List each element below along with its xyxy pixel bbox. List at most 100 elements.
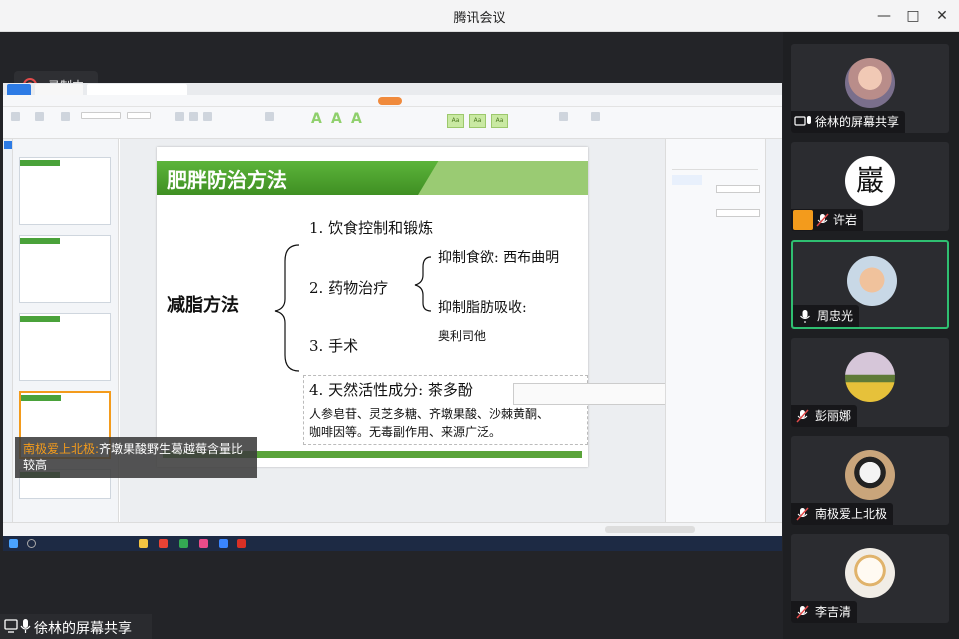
- mic-muted-icon: [796, 409, 809, 423]
- ribbon-button[interactable]: [35, 112, 44, 121]
- minimize-icon[interactable]: —: [874, 6, 894, 26]
- menu-highlight-badge[interactable]: [378, 97, 402, 105]
- taskbar-app-icon[interactable]: [159, 539, 168, 548]
- participant-nametag: 彭丽娜: [791, 405, 858, 427]
- participant-tile[interactable]: 彭丽娜: [791, 338, 949, 427]
- participant-tile[interactable]: 巖 许岩: [791, 142, 949, 231]
- panel-select[interactable]: [716, 185, 760, 193]
- window-title: 腾讯会议: [453, 11, 506, 26]
- participant-name: 李吉清: [815, 605, 852, 619]
- avatar: [845, 58, 895, 108]
- slide-thumbnail[interactable]: [19, 235, 111, 303]
- participant-tile[interactable]: 南极爱上北极: [791, 436, 949, 525]
- mic-muted-icon: [796, 507, 809, 521]
- floating-text-toolbar[interactable]: [513, 383, 675, 405]
- slide-thumbnail[interactable]: [19, 313, 111, 381]
- taskbar-app-icon[interactable]: [199, 539, 208, 548]
- caption-speaker: 南极爱上北极:: [23, 442, 100, 456]
- windows-taskbar: [3, 536, 782, 551]
- participant-nametag: 徐林的屏幕共享: [791, 111, 906, 133]
- active-document-tab[interactable]: [87, 84, 187, 95]
- taskbar-app-icon[interactable]: [179, 539, 188, 548]
- live-caption: 南极爱上北极:齐墩果酸野生葛越莓含量比较高: [15, 437, 257, 478]
- slide-item: 2. 药物治疗: [309, 279, 389, 297]
- slide-subitem: 抑制食欲: 西布曲明: [438, 250, 560, 266]
- slide-canvas-area: 肥胖防治方法 减脂方法 1. 饮食控制和锻炼 2. 药物治疗 3. 手术 抑制食…: [120, 139, 675, 539]
- participant-name: 许岩: [833, 213, 858, 227]
- ribbon-button[interactable]: [11, 112, 20, 121]
- nav-icon[interactable]: [4, 141, 12, 149]
- screen-share-icon: [794, 116, 811, 126]
- panel-select[interactable]: [716, 209, 760, 217]
- windows-start-icon[interactable]: [9, 539, 18, 548]
- app-tab-strip: [3, 83, 782, 95]
- participant-name: 徐林的屏幕共享: [815, 115, 900, 129]
- participant-tile-active[interactable]: 周忠光: [791, 240, 949, 329]
- participant-nametag: 南极爱上北极: [791, 503, 894, 525]
- slide-subitem: 抑制脂肪吸收:: [438, 300, 527, 316]
- slide-item: 3. 手术: [309, 337, 359, 355]
- ribbon-button[interactable]: [591, 112, 600, 121]
- participant-name: 彭丽娜: [815, 409, 852, 423]
- presenter-label: 徐林的屏幕共享: [0, 614, 152, 639]
- font-select[interactable]: [81, 112, 121, 119]
- participant-tile[interactable]: 徐林的屏幕共享: [791, 44, 949, 133]
- ribbon-button[interactable]: [61, 112, 70, 121]
- font-size-select[interactable]: [127, 112, 151, 119]
- app-menu-bar: [3, 95, 782, 107]
- mic-muted-icon: [816, 213, 829, 227]
- taskbar-app-icon[interactable]: [139, 539, 148, 548]
- slide-title: 肥胖防治方法: [167, 168, 287, 192]
- mic-icon: [800, 310, 810, 323]
- presenter-name: 徐林的屏幕共享: [34, 621, 132, 637]
- ribbon-button[interactable]: [559, 112, 568, 121]
- slide-thumbnail[interactable]: [19, 157, 111, 225]
- mind-map-braces: [274, 244, 432, 372]
- panel-tab[interactable]: [672, 175, 702, 185]
- shared-screen-content: A A A Aa Aa Aa 肥胖防治方法 减脂方法 1. 饮食控制和锻炼 2.…: [3, 83, 782, 551]
- zoom-slider[interactable]: [605, 526, 695, 533]
- window-titlebar: 腾讯会议 — □ ✕: [0, 0, 959, 32]
- slide-thumbnails-panel: [13, 139, 119, 539]
- object-properties-panel: [665, 139, 765, 539]
- mic-muted-icon: [796, 605, 809, 619]
- shape-style-3[interactable]: Aa: [491, 114, 508, 128]
- art-text-style-3[interactable]: A: [351, 111, 362, 127]
- participant-name: 南极爱上北极: [815, 507, 888, 521]
- participant-nametag: 许岩: [791, 209, 864, 231]
- avatar: [845, 548, 895, 598]
- ribbon-toolbar: A A A Aa Aa Aa: [3, 107, 782, 139]
- art-text-style-2[interactable]: A: [331, 111, 342, 127]
- ribbon-button[interactable]: [203, 112, 212, 121]
- ribbon-button[interactable]: [189, 112, 198, 121]
- participant-tile[interactable]: 李吉清: [791, 534, 949, 623]
- document-tab[interactable]: [35, 84, 83, 95]
- slide-body-text: 人参皂苷、灵芝多糖、齐墩果酸、沙棘黄酮、: [309, 407, 550, 421]
- taskbar-app-icon[interactable]: [219, 539, 228, 548]
- screen-share-icon: [4, 619, 31, 633]
- app-status-bar: [3, 522, 782, 536]
- participants-panel: 徐林的屏幕共享 巖 许岩 周忠光 彭丽娜 南极爱上北极 李吉清: [783, 32, 959, 639]
- ribbon-button[interactable]: [265, 112, 274, 121]
- art-text-style-1[interactable]: A: [311, 111, 322, 127]
- shape-style-2[interactable]: Aa: [469, 114, 486, 128]
- avatar: [845, 450, 895, 500]
- taskbar-app-icon[interactable]: [237, 539, 246, 548]
- app-logo-icon: [7, 84, 31, 95]
- avatar: [845, 352, 895, 402]
- search-icon[interactable]: [27, 539, 36, 548]
- slide-item: 4. 天然活性成分: 茶多酚: [309, 381, 473, 399]
- close-icon[interactable]: ✕: [932, 6, 952, 26]
- slide-item: 1. 饮食控制和锻炼: [309, 219, 434, 237]
- slide-root-text: 减脂方法: [167, 295, 239, 316]
- shape-style-1[interactable]: Aa: [447, 114, 464, 128]
- participant-nametag: 李吉清: [791, 601, 858, 623]
- maximize-icon[interactable]: □: [903, 6, 923, 26]
- current-slide[interactable]: 肥胖防治方法 减脂方法 1. 饮食控制和锻炼 2. 药物治疗 3. 手术 抑制食…: [157, 147, 675, 467]
- left-navigation-rail: [3, 139, 13, 539]
- right-tool-rail: [765, 139, 782, 539]
- participant-nametag: 周忠光: [793, 305, 860, 327]
- avatar: [847, 256, 897, 306]
- avatar: 巖: [845, 156, 895, 206]
- ribbon-button[interactable]: [175, 112, 184, 121]
